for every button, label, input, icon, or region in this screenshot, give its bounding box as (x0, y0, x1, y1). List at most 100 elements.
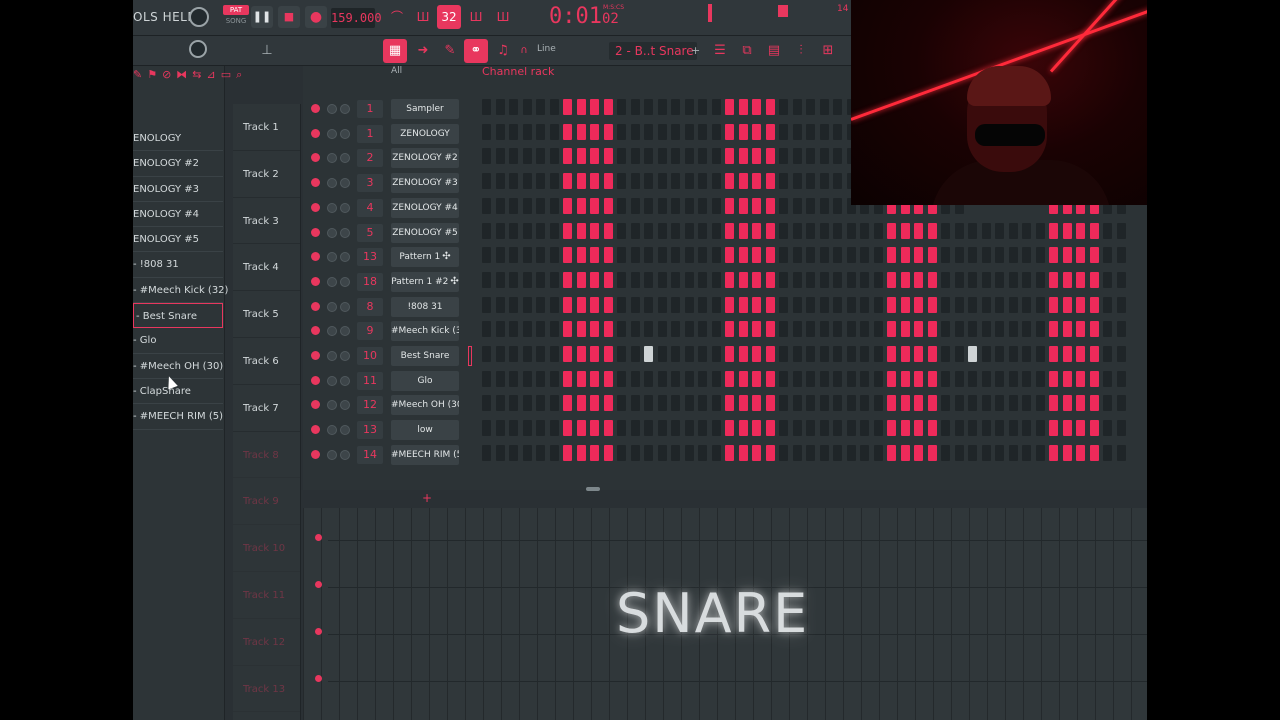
step-on[interactable] (738, 370, 748, 387)
step-off[interactable] (860, 247, 869, 264)
step-off[interactable] (954, 444, 964, 461)
channel-mixer-track[interactable]: 18 (357, 272, 383, 291)
step-off[interactable] (617, 346, 626, 362)
step-on[interactable] (765, 346, 775, 362)
step-on[interactable] (887, 271, 896, 288)
step-off[interactable] (806, 173, 815, 190)
step-off[interactable] (657, 395, 667, 412)
step-off[interactable] (630, 296, 640, 313)
step-off[interactable] (482, 370, 491, 387)
step-off[interactable] (495, 271, 505, 288)
piano-roll-icon[interactable]: ⧉ (735, 39, 759, 63)
step-off[interactable] (806, 197, 815, 214)
step-off[interactable] (630, 444, 640, 461)
step-off[interactable] (698, 271, 707, 288)
step-off[interactable] (698, 247, 707, 264)
step-off[interactable] (995, 370, 1004, 387)
channel-mixer-track[interactable]: 1 (357, 124, 383, 143)
step-off[interactable] (671, 247, 680, 264)
step-on[interactable] (590, 321, 599, 338)
step-on[interactable] (1089, 395, 1099, 412)
step-on[interactable] (887, 395, 896, 412)
step-on[interactable] (590, 395, 599, 412)
step-on[interactable] (914, 370, 923, 387)
step-on[interactable] (927, 346, 937, 362)
step-off[interactable] (698, 321, 707, 338)
step-off[interactable] (873, 346, 883, 362)
step-off[interactable] (671, 370, 680, 387)
step-off[interactable] (630, 346, 640, 362)
step-off[interactable] (1008, 321, 1018, 338)
step-on[interactable] (725, 197, 734, 214)
step-off[interactable] (657, 123, 667, 140)
step-on[interactable] (887, 444, 896, 461)
step-on[interactable] (927, 271, 937, 288)
step-on[interactable] (765, 296, 775, 313)
step-off[interactable] (495, 395, 505, 412)
step-on[interactable] (725, 148, 734, 165)
step-off[interactable] (630, 173, 640, 190)
step-off[interactable] (549, 346, 559, 362)
step-off[interactable] (873, 420, 883, 437)
step-off[interactable] (968, 370, 977, 387)
step-off[interactable] (644, 370, 653, 387)
step-off[interactable] (846, 395, 856, 412)
step-off[interactable] (1035, 321, 1045, 338)
channel-mute-led[interactable] (311, 104, 320, 113)
channel-volume-knob[interactable] (340, 301, 350, 312)
step-on[interactable] (1062, 444, 1072, 461)
magnet-icon[interactable]: ∩ (517, 39, 531, 63)
step-on[interactable] (563, 271, 572, 288)
track-mute-dot[interactable] (315, 628, 322, 635)
step-on[interactable] (563, 148, 572, 165)
step-off[interactable] (671, 123, 680, 140)
step-off[interactable] (522, 148, 532, 165)
step-on[interactable] (765, 222, 775, 239)
step-on[interactable] (590, 222, 599, 239)
step-on[interactable] (765, 247, 775, 264)
step-off[interactable] (968, 346, 977, 362)
step-on[interactable] (887, 247, 896, 264)
step-off[interactable] (509, 173, 518, 190)
step-off[interactable] (671, 346, 680, 362)
wait-input-icon[interactable]: Ш (411, 5, 435, 29)
step-off[interactable] (1035, 296, 1045, 313)
step-off[interactable] (549, 197, 559, 214)
step-off[interactable] (1008, 271, 1018, 288)
step-off[interactable] (509, 321, 518, 338)
step-off[interactable] (630, 99, 640, 115)
step-off[interactable] (536, 123, 545, 140)
step-on[interactable] (900, 271, 910, 288)
step-off[interactable] (698, 346, 707, 362)
step-off[interactable] (941, 370, 950, 387)
plugin-picker-icon[interactable]: ⊞ (816, 39, 840, 63)
playlist-track-label[interactable]: Track 2 (233, 151, 300, 198)
step-on[interactable] (590, 247, 599, 264)
playlist-track-label[interactable]: Track 12 (233, 619, 300, 666)
step-on[interactable] (576, 444, 586, 461)
step-off[interactable] (698, 395, 707, 412)
step-off[interactable] (873, 247, 883, 264)
step-off[interactable] (1035, 420, 1045, 437)
arrow-icon[interactable]: ➜ (411, 39, 435, 63)
step-on[interactable] (603, 99, 613, 115)
step-off[interactable] (671, 420, 680, 437)
step-off[interactable] (792, 321, 802, 338)
step-off[interactable] (522, 173, 532, 190)
channel-mute-led[interactable] (311, 153, 320, 163)
channel-name-button[interactable]: low (391, 420, 459, 441)
step-off[interactable] (482, 123, 491, 140)
step-off[interactable] (1035, 346, 1045, 362)
step-off[interactable] (1116, 271, 1126, 288)
step-on[interactable] (1089, 247, 1099, 264)
channel-mixer-track[interactable]: 9 (357, 322, 383, 341)
step-off[interactable] (954, 370, 964, 387)
step-on[interactable] (1049, 346, 1058, 362)
step-off[interactable] (779, 444, 788, 461)
step-off[interactable] (671, 99, 680, 115)
step-off[interactable] (1008, 247, 1018, 264)
channel-pan-knob[interactable] (327, 449, 337, 460)
step-on[interactable] (1049, 395, 1058, 412)
step-off[interactable] (954, 420, 964, 437)
step-off[interactable] (617, 197, 626, 214)
